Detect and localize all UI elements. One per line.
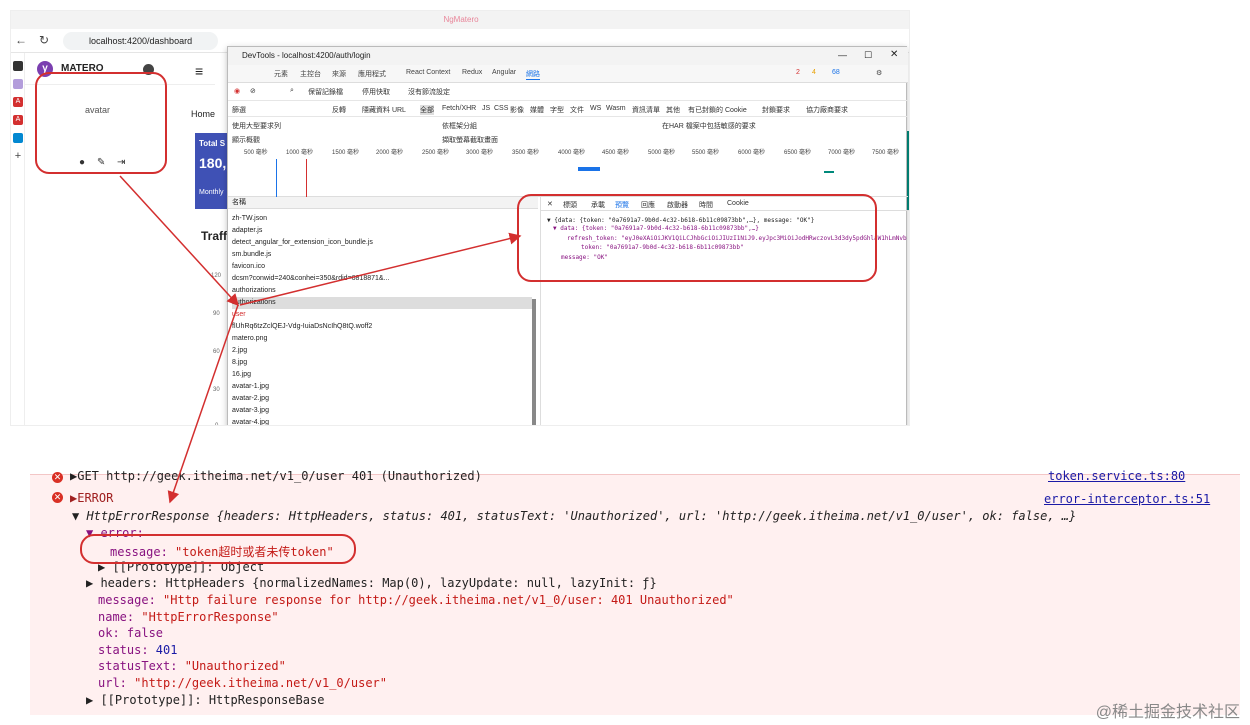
annotation-arrows [119,175,522,504]
arrow-to-user-row [119,175,240,307]
arrow-to-console [167,304,239,504]
arrow-to-response [239,232,522,306]
watermark: @稀土掘金技术社区 [1095,704,1240,721]
